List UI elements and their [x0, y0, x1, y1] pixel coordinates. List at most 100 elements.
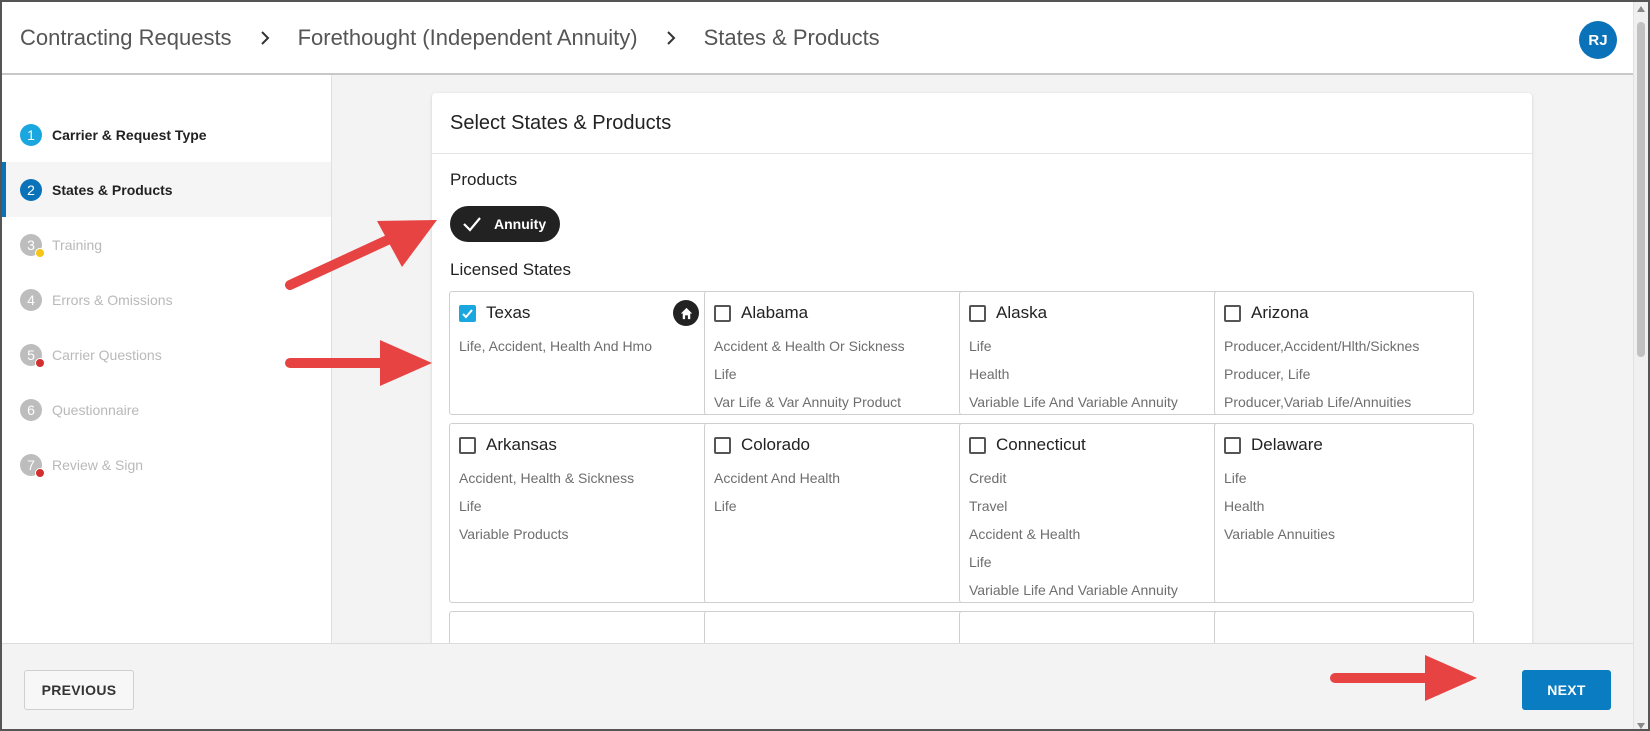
step-states-products[interactable]: 2 States & Products: [2, 162, 331, 217]
licensed-states-heading: Licensed States: [450, 260, 571, 279]
home-state-icon: [673, 300, 699, 326]
license-line: Var Life & Var Annuity Product: [714, 394, 902, 410]
state-checkbox[interactable]: [1224, 304, 1241, 322]
state-card-delaware[interactable]: Delaware Life Health Variable Annuities: [1214, 423, 1474, 603]
license-line: Life: [714, 366, 737, 382]
license-line: Variable Life And Variable Annuity: [969, 394, 1178, 410]
breadcrumb-current: States & Products: [703, 24, 880, 50]
step-training[interactable]: 3 Training: [2, 217, 331, 272]
step-label: Carrier Questions: [52, 346, 162, 363]
step-number-text: 5: [27, 346, 35, 363]
error-dot-icon: [35, 357, 45, 368]
chevron-right-icon: [664, 30, 678, 45]
license-line: Accident, Health & Sickness: [459, 470, 635, 486]
check-icon: [462, 308, 473, 318]
breadcrumb-contracting-requests[interactable]: Contracting Requests: [20, 25, 232, 51]
step-errors-omissions[interactable]: 4 Errors & Omissions: [2, 272, 331, 327]
step-number-text: 7: [27, 456, 35, 473]
chevron-right-icon: [258, 30, 272, 45]
state-name: Colorado: [741, 435, 810, 454]
scroll-down-icon[interactable]: [1637, 723, 1645, 729]
state-name: Arkansas: [486, 435, 557, 454]
state-card-texas[interactable]: Texas Life, Accident, Health And Hmo: [449, 291, 709, 415]
license-line: Producer,Accident/Hlth/Sicknes: [1224, 338, 1420, 354]
page-scrollbar[interactable]: [1633, 2, 1648, 729]
license-line: Variable Products: [459, 526, 569, 542]
check-icon: [463, 217, 481, 232]
state-checkbox[interactable]: [459, 436, 476, 454]
step-label: Training: [52, 236, 103, 253]
license-line: Producer, Life: [1224, 366, 1311, 382]
step-carrier-questions[interactable]: 5 Carrier Questions: [2, 327, 331, 382]
license-line: Life: [714, 498, 737, 514]
warning-dot-icon: [35, 247, 45, 258]
app-window: Contracting Requests Forethought (Indepe…: [0, 0, 1650, 731]
footer-bar: PREVIOUS NEXT: [2, 643, 1635, 729]
state-checkbox[interactable]: [714, 304, 731, 322]
step-label: Review & Sign: [52, 456, 144, 473]
state-card-partial[interactable]: [1214, 611, 1474, 643]
license-line: Life: [1224, 470, 1247, 486]
state-name: Arizona: [1251, 303, 1309, 322]
state-checkbox[interactable]: [714, 436, 731, 454]
step-number: 3: [20, 233, 45, 258]
card-title: Select States & Products: [432, 93, 1532, 154]
main-content[interactable]: Select States & Products Products Annuit…: [332, 75, 1635, 643]
step-number: 4: [20, 288, 42, 311]
product-chip-label: Annuity: [494, 216, 547, 232]
products-heading: Products: [450, 170, 518, 189]
state-checkbox[interactable]: [969, 436, 986, 454]
state-card-partial[interactable]: [449, 611, 709, 643]
previous-button[interactable]: PREVIOUS: [24, 670, 134, 710]
product-chip-annuity[interactable]: Annuity: [450, 206, 560, 242]
step-number: 7: [20, 453, 45, 478]
state-checkbox[interactable]: [969, 304, 986, 322]
license-line: Health: [1224, 498, 1265, 514]
state-card-alabama[interactable]: Alabama Accident & Health Or Sickness Li…: [704, 291, 964, 415]
license-line: Producer,Variab Life/Annuities: [1224, 394, 1412, 410]
license-line: Variable Annuities: [1224, 526, 1336, 542]
header-bar: Contracting Requests Forethought (Indepe…: [2, 2, 1635, 75]
state-card-arkansas[interactable]: Arkansas Accident, Health & Sickness Lif…: [449, 423, 709, 603]
license-line: Accident & Health Or Sickness: [714, 338, 905, 354]
state-name: Texas: [486, 303, 531, 322]
state-name: Alaska: [996, 303, 1048, 322]
step-carrier-request-type[interactable]: 1 Carrier & Request Type: [2, 107, 331, 162]
step-number: 6: [20, 398, 42, 421]
user-avatar[interactable]: RJ: [1579, 21, 1617, 59]
state-card-arizona[interactable]: Arizona Producer,Accident/Hlth/Sicknes P…: [1214, 291, 1474, 415]
state-checkbox[interactable]: [1224, 436, 1241, 454]
step-label: Errors & Omissions: [52, 291, 173, 308]
step-number: 2: [20, 178, 42, 201]
license-line: Life: [969, 554, 992, 570]
state-name: Connecticut: [996, 435, 1086, 454]
state-card-connecticut[interactable]: Connecticut Credit Travel Accident & Hea…: [959, 423, 1219, 603]
next-button[interactable]: NEXT: [1522, 670, 1611, 710]
step-questionnaire[interactable]: 6 Questionnaire: [2, 382, 331, 437]
scroll-thumb[interactable]: [1637, 22, 1645, 357]
step-label: Carrier & Request Type: [52, 126, 207, 143]
license-line: Credit: [969, 470, 1007, 486]
step-review-sign[interactable]: 7 Review & Sign: [2, 437, 331, 492]
steps-sidebar: 1 Carrier & Request Type 2 States & Prod…: [2, 75, 332, 643]
license-line: Life: [459, 498, 482, 514]
state-card-alaska[interactable]: Alaska Life Health Variable Life And Var…: [959, 291, 1219, 415]
license-line: Accident & Health: [969, 526, 1081, 542]
license-line: Variable Life And Variable Annuity: [969, 582, 1178, 598]
license-line: Health: [969, 366, 1010, 382]
license-line: Travel: [969, 498, 1008, 514]
state-name: Alabama: [741, 303, 809, 322]
step-number: 1: [20, 123, 42, 146]
state-card-colorado[interactable]: Colorado Accident And Health Life: [704, 423, 964, 603]
step-number-text: 3: [27, 236, 35, 253]
error-dot-icon: [35, 467, 45, 478]
license-line: Accident And Health: [714, 470, 841, 486]
scroll-up-icon[interactable]: [1637, 6, 1645, 12]
state-card-partial[interactable]: [704, 611, 964, 643]
state-name: Delaware: [1251, 435, 1323, 454]
state-card-partial[interactable]: [959, 611, 1219, 643]
state-checkbox[interactable]: [459, 304, 476, 322]
breadcrumb-carrier[interactable]: Forethought (Independent Annuity): [298, 25, 638, 51]
states-products-card: Select States & Products Products Annuit…: [432, 93, 1532, 643]
step-number: 5: [20, 343, 45, 368]
